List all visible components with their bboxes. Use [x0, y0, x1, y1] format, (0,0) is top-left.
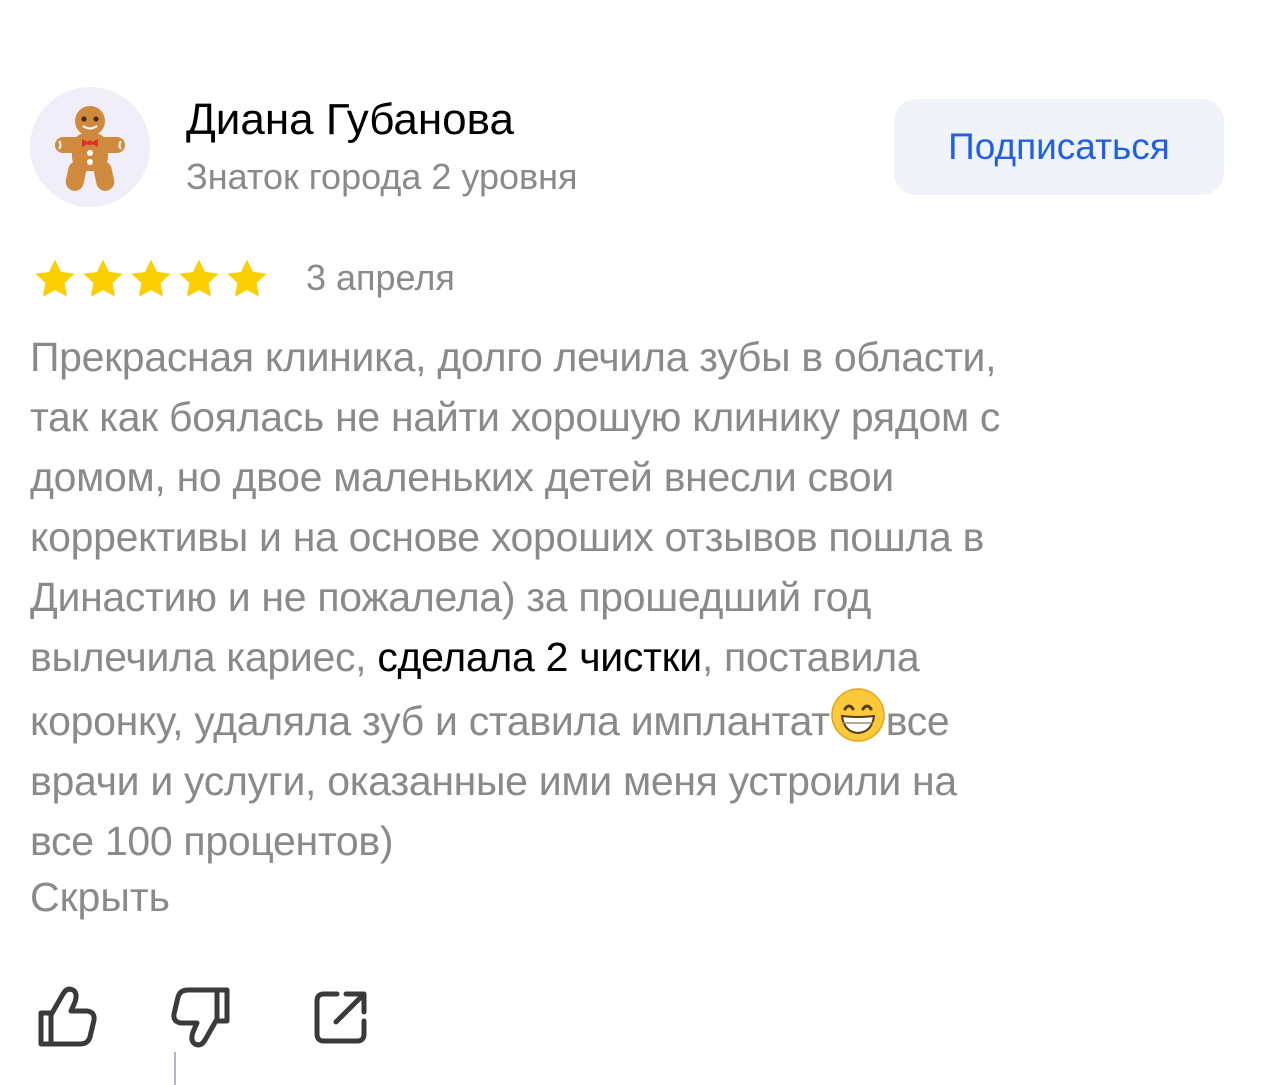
rating-stars	[32, 256, 270, 302]
review-text-line: коронку, удаляла зуб и ставила имплантат…	[30, 687, 1245, 751]
review-text-line: коррективы и на основе хороших отзывов п…	[30, 514, 985, 560]
review-card: Диана Губанова Знаток города 2 уровня По…	[0, 0, 1272, 1085]
review-text-segment: коронку, удаляла зуб и ставила имплантат	[30, 698, 830, 744]
review-text-line: вылечила кариес, сделала 2 чистки, поста…	[30, 627, 1245, 687]
review-text-line: Прекрасная клиника, долго лечила зубы в …	[30, 334, 997, 380]
share-button[interactable]	[306, 982, 376, 1052]
review-text-segment: все	[885, 698, 950, 744]
avatar[interactable]	[30, 87, 150, 207]
author-level: Знаток города 2 уровня	[186, 156, 578, 197]
review-text-segment: , поставила	[701, 634, 920, 680]
review-text-line: врачи и услуги, оказанные ими меня устро…	[30, 758, 957, 804]
review-text: Прекрасная клиника, долго лечила зубы в …	[30, 327, 1245, 871]
hide-link[interactable]: Скрыть	[30, 867, 170, 927]
star-icon	[179, 259, 219, 297]
review-text-line: Династию и не пожалела) за прошедший год	[30, 574, 871, 620]
review-date: 3 апреля	[306, 257, 455, 298]
review-text-highlight: сделала 2 чистки	[377, 634, 702, 680]
author-name[interactable]: Диана Губанова	[186, 92, 514, 148]
subscribe-button[interactable]: Подписаться	[894, 99, 1224, 195]
thumbs-down-icon	[171, 987, 230, 1048]
thumbs-up-icon	[38, 986, 97, 1047]
review-text-line: так как боялась не найти хорошую клинику…	[30, 394, 1001, 440]
review-text-line: домом, но двое маленьких детей внесли св…	[30, 454, 894, 500]
gingerbread-man-icon	[55, 106, 125, 191]
like-button[interactable]	[30, 982, 100, 1052]
dislike-button[interactable]	[168, 982, 238, 1052]
star-icon	[131, 259, 171, 297]
share-icon	[314, 991, 367, 1044]
star-icon	[35, 259, 75, 297]
star-icon	[227, 259, 267, 297]
grinning-face-icon	[830, 688, 885, 742]
review-text-line: все 100 процентов)	[30, 818, 394, 864]
review-text-segment: вылечила кариес,	[30, 634, 378, 680]
divider-mark	[174, 1052, 176, 1085]
star-icon	[83, 259, 123, 297]
